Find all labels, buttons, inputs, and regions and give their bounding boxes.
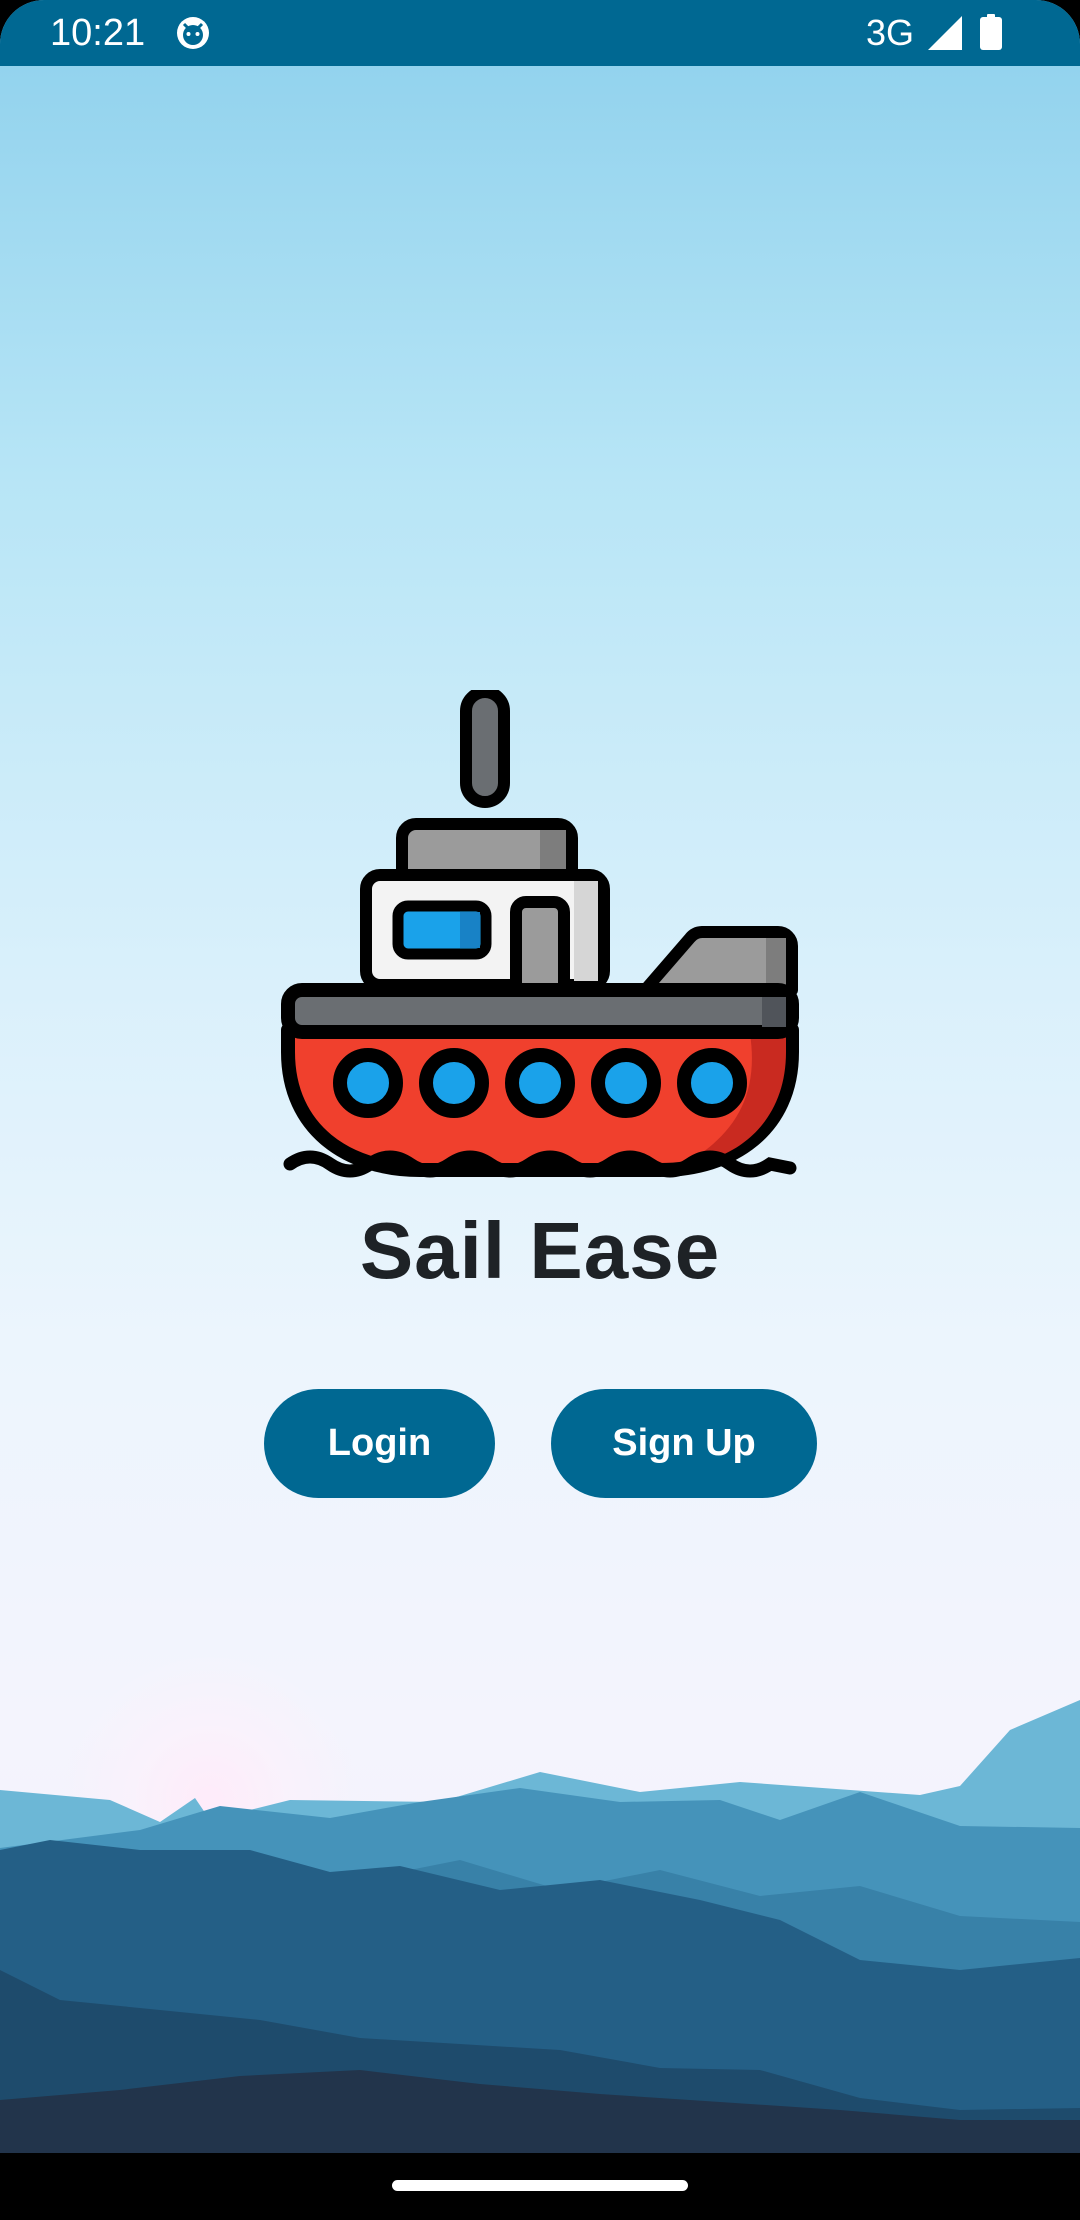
app-screen: 10:21 3G Sail Ease Login Sign Up <box>0 0 1080 2220</box>
status-bar: 10:21 3G <box>0 0 1080 66</box>
battery-icon <box>980 14 1002 55</box>
ship-icon <box>281 690 799 1178</box>
home-handle[interactable] <box>392 2180 688 2191</box>
mountains-illustration <box>0 1700 1080 2160</box>
network-type: 3G <box>866 12 915 53</box>
status-time: 10:21 <box>50 12 146 54</box>
signup-button[interactable]: Sign Up <box>551 1389 817 1498</box>
notification-face-icon <box>176 16 210 55</box>
signal-icon <box>928 16 962 55</box>
login-button[interactable]: Login <box>264 1389 495 1498</box>
app-title: Sail Ease <box>359 1206 721 1295</box>
